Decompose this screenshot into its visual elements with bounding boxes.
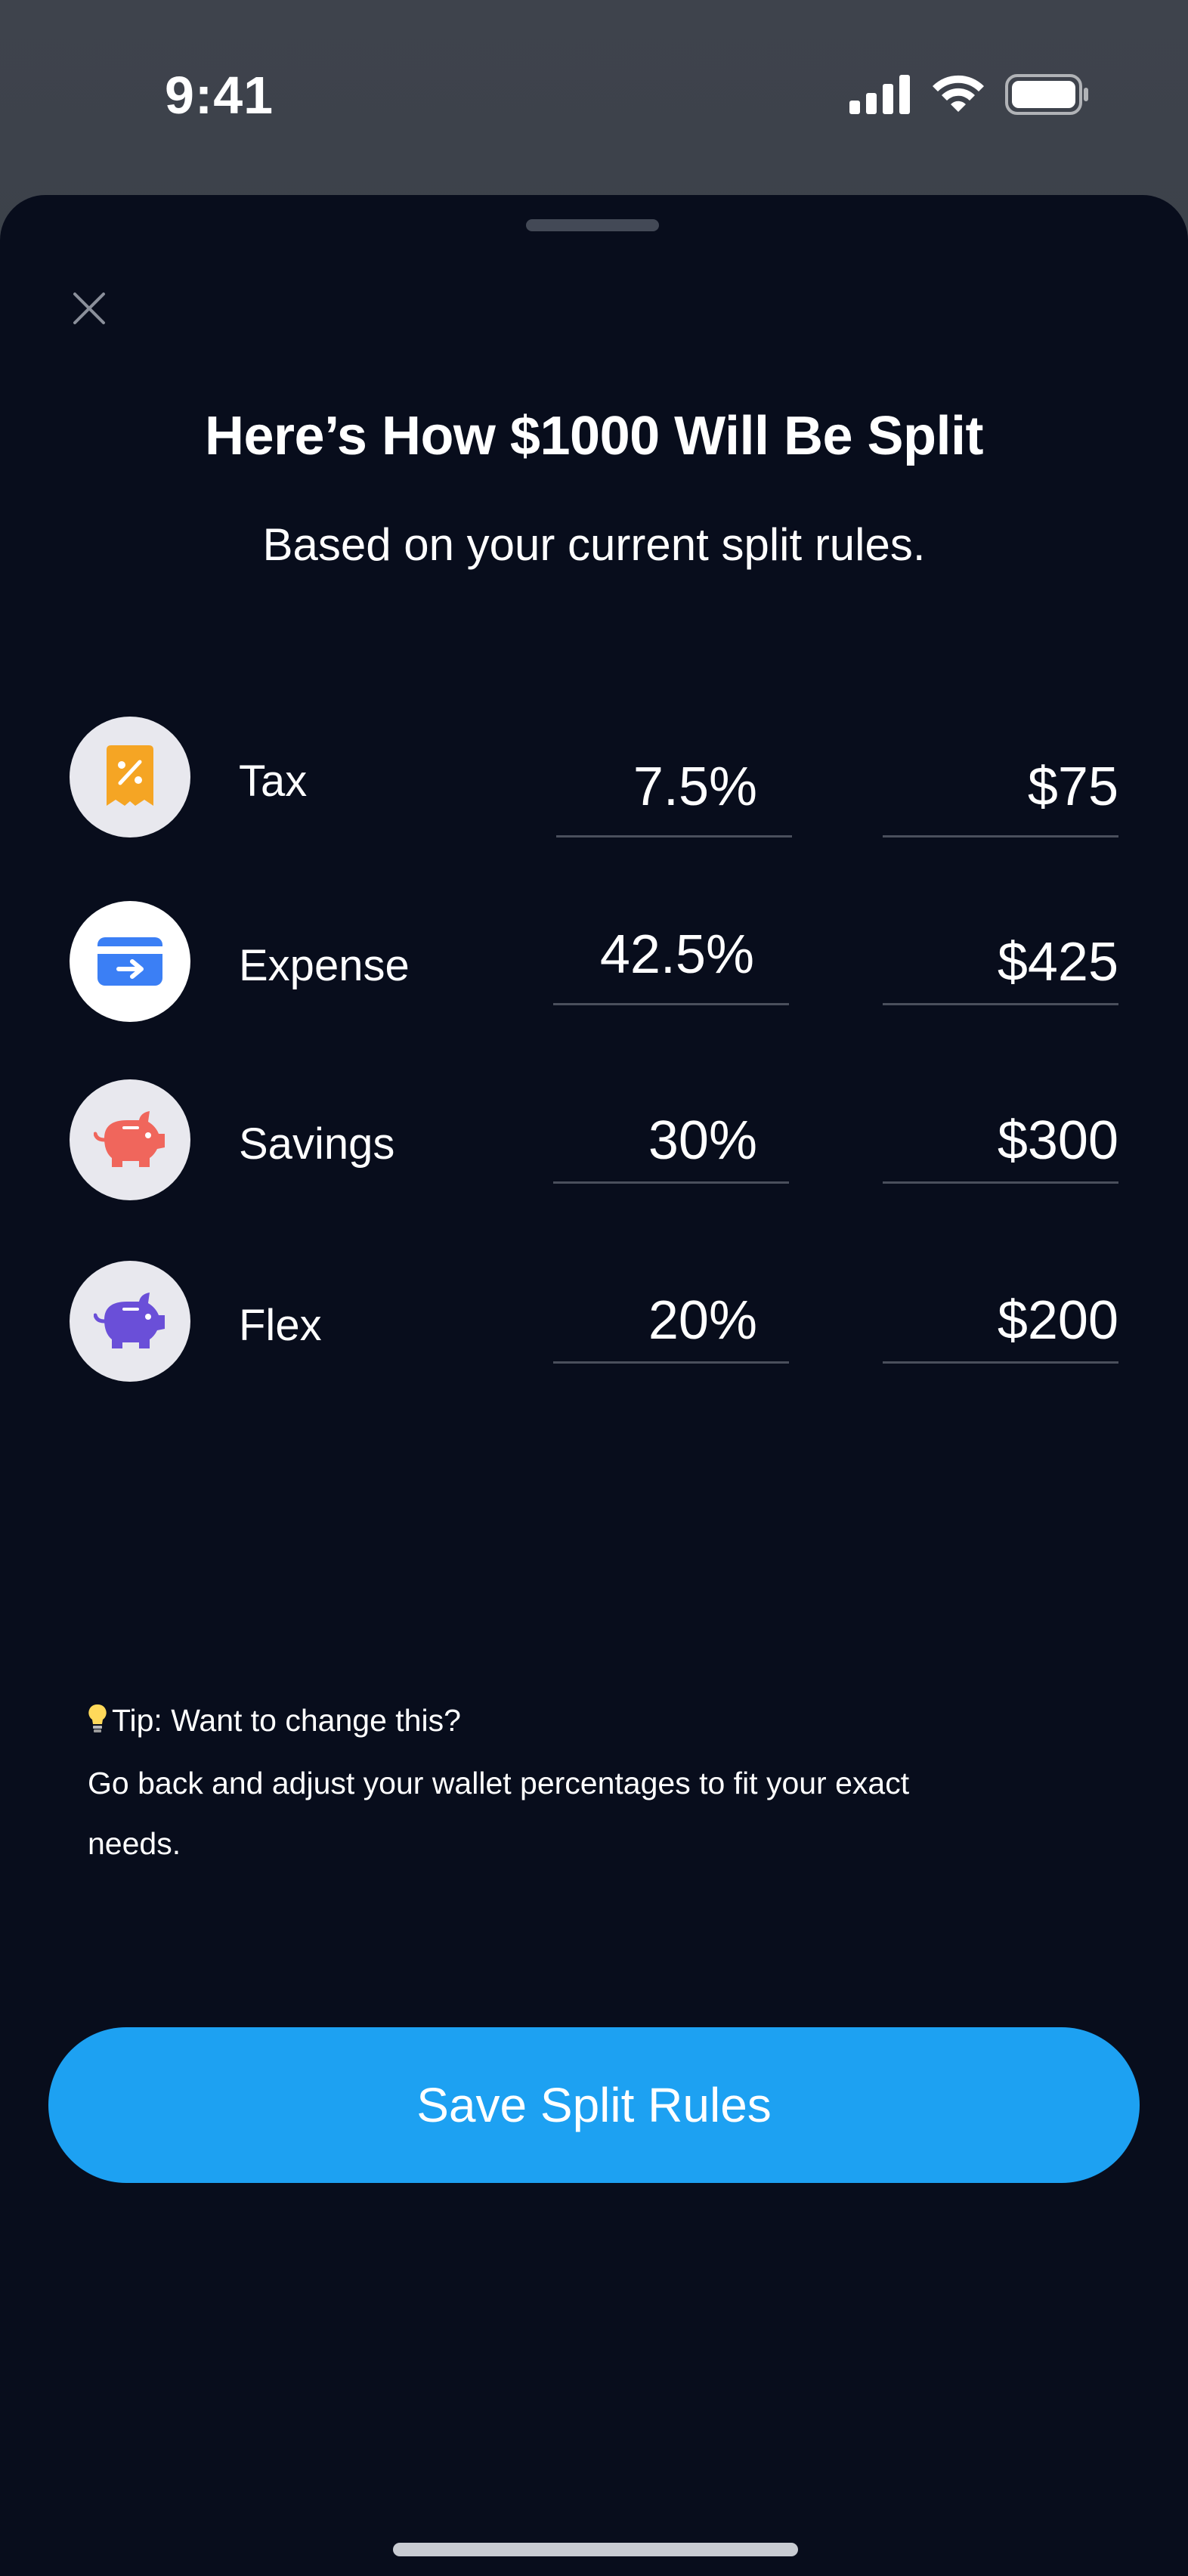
- percent-input-expense[interactable]: 42.5%: [553, 913, 789, 1005]
- percent-input-tax[interactable]: 7.5%: [556, 745, 792, 838]
- split-sheet: Here’s How $1000 Will Be Split Based on …: [0, 195, 1188, 2576]
- amount-field-expense[interactable]: $425: [883, 913, 1118, 1005]
- home-indicator: [393, 2543, 798, 2556]
- battery-icon: [1005, 74, 1088, 115]
- split-row-flex: Flex 20% $200: [0, 1261, 1188, 1412]
- close-button[interactable]: [65, 284, 113, 333]
- amount-field-tax[interactable]: $75: [883, 745, 1118, 838]
- tax-wallet-icon: [70, 717, 190, 838]
- tip-heading: Tip: Want to change this?: [112, 1703, 461, 1738]
- sheet-grabber[interactable]: [526, 219, 659, 231]
- lightbulb-icon: [88, 1692, 107, 1753]
- tip-line-1: Tip: Want to change this?: [88, 1690, 1055, 1753]
- row-label-flex: Flex: [239, 1301, 322, 1350]
- amount-field-flex[interactable]: $200: [883, 1271, 1118, 1364]
- receipt-percent-icon: [107, 745, 153, 806]
- card-transfer-icon: [97, 937, 162, 986]
- expense-wallet-icon: [70, 901, 190, 1022]
- percent-input-flex[interactable]: 20%: [553, 1271, 789, 1364]
- status-time: 9:41: [165, 66, 274, 125]
- row-label-expense: Expense: [239, 941, 410, 990]
- savings-wallet-icon: [70, 1079, 190, 1200]
- piggy-bank-icon: [94, 1293, 165, 1348]
- flex-wallet-icon: [70, 1261, 190, 1382]
- sheet-subtitle: Based on your current split rules.: [262, 519, 926, 570]
- percent-input-savings[interactable]: 30%: [553, 1091, 789, 1184]
- close-icon: [73, 293, 105, 324]
- sheet-title: Here’s How $1000 Will Be Split: [204, 406, 984, 466]
- row-label-tax: Tax: [239, 757, 308, 806]
- signal-icon: [849, 75, 910, 114]
- row-label-savings: Savings: [239, 1119, 395, 1169]
- split-row-expense: Expense 42.5% $425: [0, 901, 1188, 1052]
- split-row-savings: Savings 30% $300: [0, 1079, 1188, 1231]
- status-bar: 9:41: [0, 0, 1188, 189]
- save-split-rules-button[interactable]: Save Split Rules: [48, 2027, 1140, 2183]
- piggy-bank-icon: [94, 1111, 165, 1167]
- amount-field-savings[interactable]: $300: [883, 1091, 1118, 1184]
- split-row-tax: Tax 7.5% $75: [0, 717, 1188, 868]
- wifi-icon: [933, 75, 984, 112]
- status-icons: [848, 74, 1090, 115]
- tip-line-3: needs.: [88, 1826, 181, 1862]
- tip-text: Tip: Want to change this? Go back and ad…: [88, 1690, 1055, 1874]
- tip-line-2: Go back and adjust your wallet percentag…: [88, 1766, 910, 1801]
